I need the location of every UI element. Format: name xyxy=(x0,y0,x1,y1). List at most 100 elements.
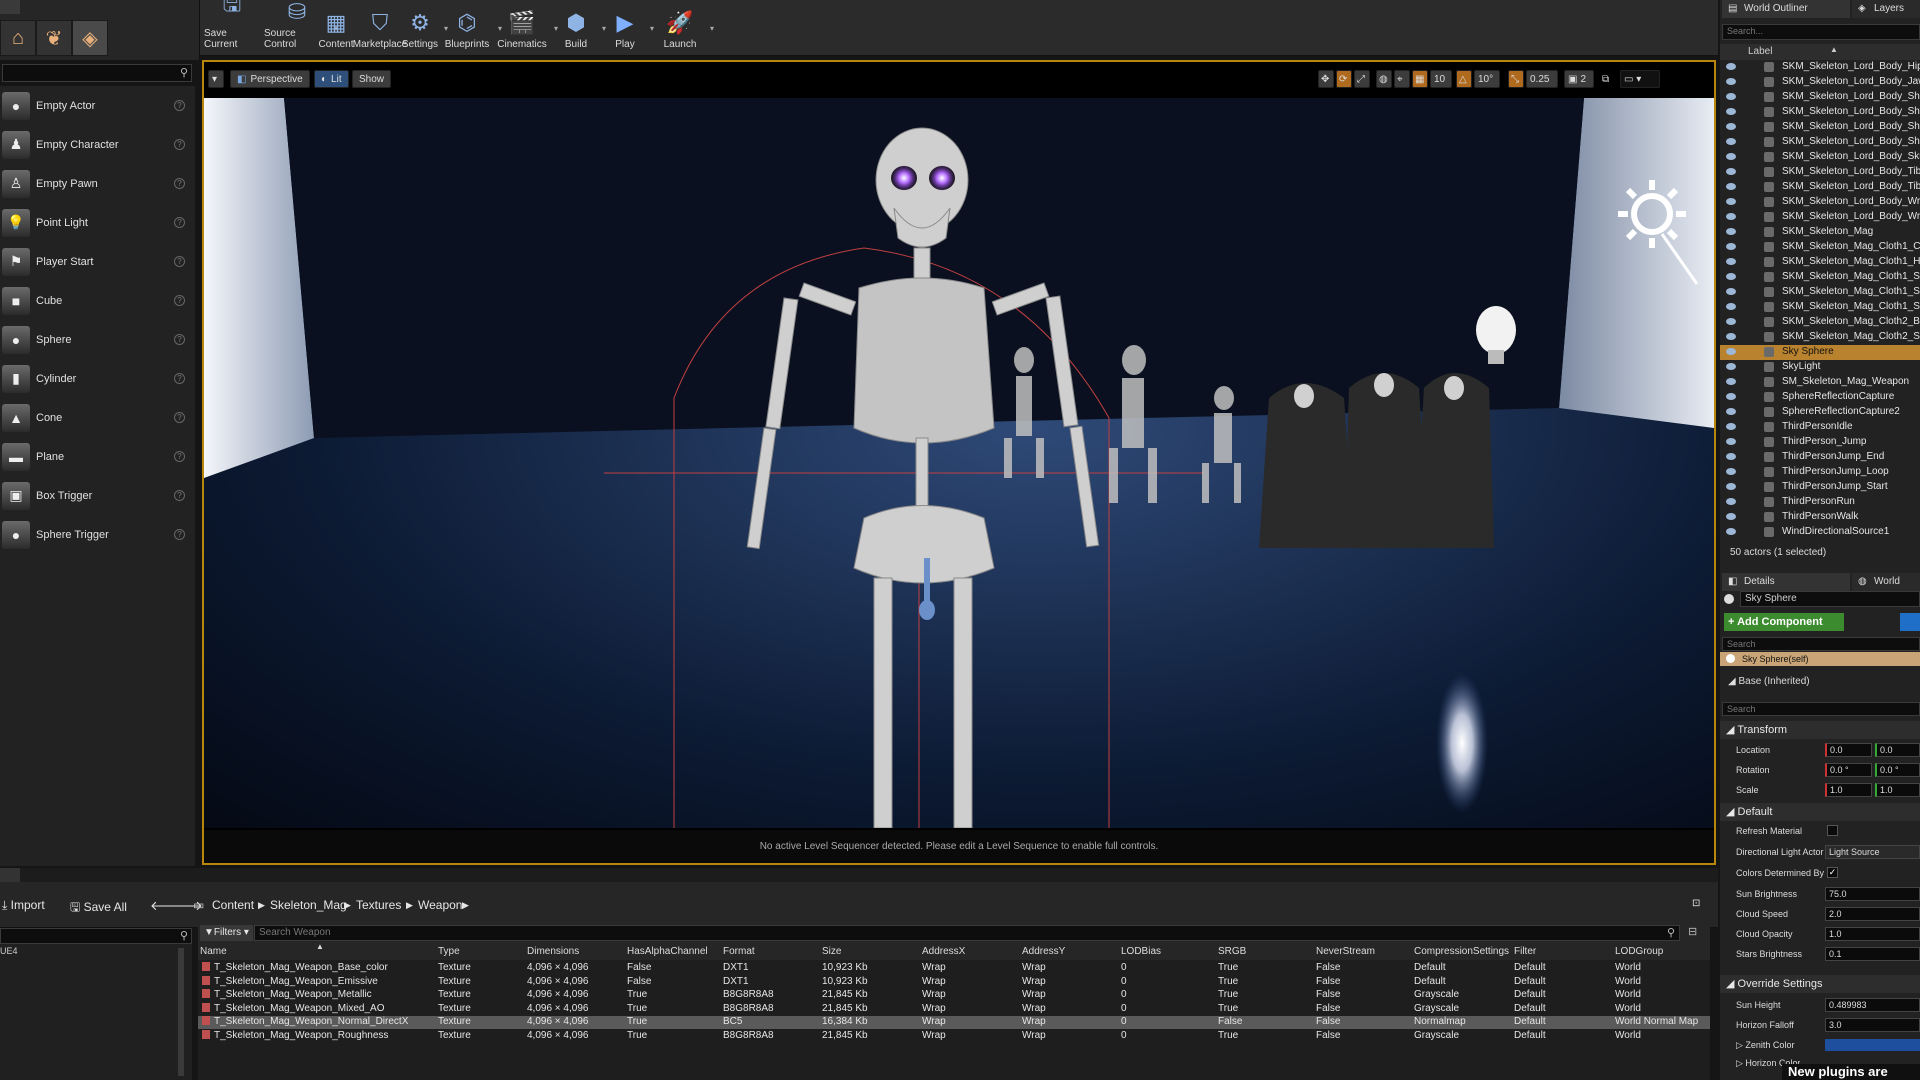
eye-icon[interactable] xyxy=(1726,63,1736,70)
dropdown-arrow-icon[interactable]: ▾ xyxy=(710,24,714,33)
sun-brightness-field[interactable]: 75.0 xyxy=(1825,887,1920,901)
add-component-button[interactable]: + Add Component xyxy=(1724,613,1844,631)
outliner-item[interactable]: Sky Sphere xyxy=(1720,345,1920,360)
surface-snap-icon[interactable]: ⌖ xyxy=(1394,70,1410,88)
paint-mode-icon[interactable]: ❦ xyxy=(36,20,72,56)
maximize-icon[interactable]: ⧉ xyxy=(1600,70,1616,88)
outliner-item[interactable]: SKM_Skeleton_Mag_Cloth1_Sk xyxy=(1720,285,1920,300)
rotate-icon[interactable]: ⟳ xyxy=(1336,70,1352,88)
scale-y-field[interactable]: 1.0 xyxy=(1875,783,1920,797)
eye-icon[interactable] xyxy=(1726,423,1736,430)
eye-icon[interactable] xyxy=(1726,318,1736,325)
cinematics-button[interactable]: 🎬 Cinematics ▾ xyxy=(494,2,558,52)
directional-light-dropdown[interactable]: Light Source xyxy=(1825,845,1920,859)
sun-height-field[interactable]: 0.489983 xyxy=(1825,998,1920,1012)
label-column-header[interactable]: Label xyxy=(1748,46,1772,57)
help-icon[interactable]: ? xyxy=(174,139,185,150)
location-label[interactable]: Location xyxy=(1736,745,1770,755)
location-y-field[interactable]: 0.0 xyxy=(1875,743,1920,757)
eye-icon[interactable] xyxy=(1726,528,1736,535)
eye-icon[interactable] xyxy=(1726,393,1736,400)
scale-x-field[interactable]: 1.0 xyxy=(1825,783,1872,797)
cloud-opacity-field[interactable]: 1.0 xyxy=(1825,927,1920,941)
outliner-item[interactable]: SKM_Skeleton_Lord_Body_Sho xyxy=(1720,120,1920,135)
world-space-icon[interactable]: ◍ xyxy=(1376,70,1392,88)
play-button[interactable]: ▶ Play ▾ xyxy=(604,2,654,52)
rotation-y-field[interactable]: 0.0 ° xyxy=(1875,763,1920,777)
help-icon[interactable]: ? xyxy=(174,256,185,267)
eye-icon[interactable] xyxy=(1726,183,1736,190)
outliner-item[interactable]: SKM_Skeleton_Lord_Body_Tibi xyxy=(1720,180,1920,195)
camera-speed-button[interactable]: ▣ 2 xyxy=(1564,70,1594,88)
outliner-item[interactable]: SKM_Skeleton_Lord_Body_Hip xyxy=(1720,60,1920,75)
outliner-item[interactable]: SKM_Skeleton_Lord_Body_Shi xyxy=(1720,105,1920,120)
help-icon[interactable]: ? xyxy=(174,490,185,501)
place-item[interactable]: ♙ Empty Pawn? xyxy=(0,164,195,203)
outliner-item[interactable]: ThirdPersonRun xyxy=(1720,495,1920,510)
outliner-item[interactable]: SphereReflectionCapture xyxy=(1720,390,1920,405)
content-button[interactable]: ▦ Content xyxy=(316,2,356,52)
eye-icon[interactable] xyxy=(1726,363,1736,370)
save-button[interactable]: 🖫 Save Current xyxy=(204,0,260,52)
place-item[interactable]: ⚑ Player Start? xyxy=(0,242,195,281)
outliner-item[interactable]: ThirdPersonIdle xyxy=(1720,420,1920,435)
import-button[interactable]: ⤓ Import xyxy=(2,898,45,913)
help-icon[interactable]: ? xyxy=(174,100,185,111)
eye-icon[interactable] xyxy=(1726,123,1736,130)
base-inherited-item[interactable]: ◢ Base (Inherited) xyxy=(1728,676,1810,687)
cloud-speed-field[interactable]: 2.0 xyxy=(1825,907,1920,921)
content-browser-tab[interactable] xyxy=(0,868,20,882)
column-header[interactable]: CompressionSettings xyxy=(1414,946,1509,957)
table-row[interactable]: T_Skeleton_Mag_Weapon_Emissive Texture 4,0… xyxy=(198,975,1710,989)
breadcrumb-arrow-icon[interactable]: ▶ xyxy=(258,900,265,911)
column-header[interactable]: AddressY xyxy=(1022,946,1065,957)
column-header[interactable]: Format xyxy=(723,946,755,957)
place-item[interactable]: ▣ Box Trigger? xyxy=(0,476,195,515)
grid-snap-icon[interactable]: ▦ xyxy=(1412,70,1428,88)
default-section[interactable]: ◢ Default xyxy=(1720,803,1920,821)
scale-snap-icon[interactable]: ⤡ xyxy=(1508,70,1524,88)
tree-search-input[interactable]: ⚲ xyxy=(0,928,192,944)
asset-search-input[interactable]: Search Weapon ⚲ xyxy=(254,925,1680,941)
horizon-falloff-field[interactable]: 3.0 xyxy=(1825,1018,1920,1032)
place-item[interactable]: ● Empty Actor? xyxy=(0,86,195,125)
plugins-notification[interactable]: New plugins are xyxy=(1782,1064,1920,1080)
eye-icon[interactable] xyxy=(1726,273,1736,280)
lock-icon[interactable]: ⊡ xyxy=(1692,898,1700,909)
outliner-item[interactable]: SKM_Skeleton_Mag_Cloth1_Sv xyxy=(1720,300,1920,315)
outliner-item[interactable]: SKM_Skeleton_Mag_Cloth2_Be xyxy=(1720,315,1920,330)
details-search-input[interactable]: Search xyxy=(1722,702,1920,716)
outliner-item[interactable]: WindDirectionalSource1 xyxy=(1720,525,1920,540)
outliner-item[interactable]: SKM_Skeleton_Lord_Body_Shi xyxy=(1720,90,1920,105)
eye-icon[interactable] xyxy=(1726,138,1736,145)
viewport-scene[interactable] xyxy=(204,98,1714,828)
rotation-label[interactable]: Rotation xyxy=(1736,765,1770,775)
refresh-material-checkbox[interactable] xyxy=(1827,825,1838,836)
tab-details[interactable]: ◧ Details xyxy=(1722,573,1850,591)
place-item[interactable]: ■ Cube? xyxy=(0,281,195,320)
eye-icon[interactable] xyxy=(1726,483,1736,490)
help-icon[interactable]: ? xyxy=(174,412,185,423)
eye-icon[interactable] xyxy=(1726,408,1736,415)
column-header[interactable]: Name xyxy=(200,946,227,957)
build-button[interactable]: ⬢ Build ▾ xyxy=(554,2,606,52)
outliner-item[interactable]: SKM_Skeleton_Mag_Cloth1_Sc xyxy=(1720,270,1920,285)
modes-tab[interactable] xyxy=(0,0,20,14)
outliner-item[interactable]: SKM_Skeleton_Lord_Body_Jaw xyxy=(1720,75,1920,90)
outliner-search-input[interactable]: Search... xyxy=(1722,24,1920,40)
scale-label[interactable]: Scale xyxy=(1736,785,1759,795)
eye-icon[interactable] xyxy=(1726,243,1736,250)
blueprint-button[interactable] xyxy=(1900,613,1920,631)
breadcrumb-item[interactable]: Textures xyxy=(356,898,401,912)
outliner-item[interactable]: SKM_Skeleton_Mag xyxy=(1720,225,1920,240)
table-row[interactable]: T_Skeleton_Mag_Weapon_Base_color Texture 4… xyxy=(198,962,1710,975)
eye-icon[interactable] xyxy=(1726,453,1736,460)
help-icon[interactable]: ? xyxy=(174,178,185,189)
eye-icon[interactable] xyxy=(1726,348,1736,355)
filters-button[interactable]: ▼Filters ▾ xyxy=(200,925,253,941)
lit-button[interactable]: ◐ Lit xyxy=(314,70,349,88)
show-button[interactable]: Show xyxy=(352,70,392,88)
eye-icon[interactable] xyxy=(1726,303,1736,310)
help-icon[interactable]: ? xyxy=(174,217,185,228)
place-item[interactable]: ▮ Cylinder? xyxy=(0,359,195,398)
